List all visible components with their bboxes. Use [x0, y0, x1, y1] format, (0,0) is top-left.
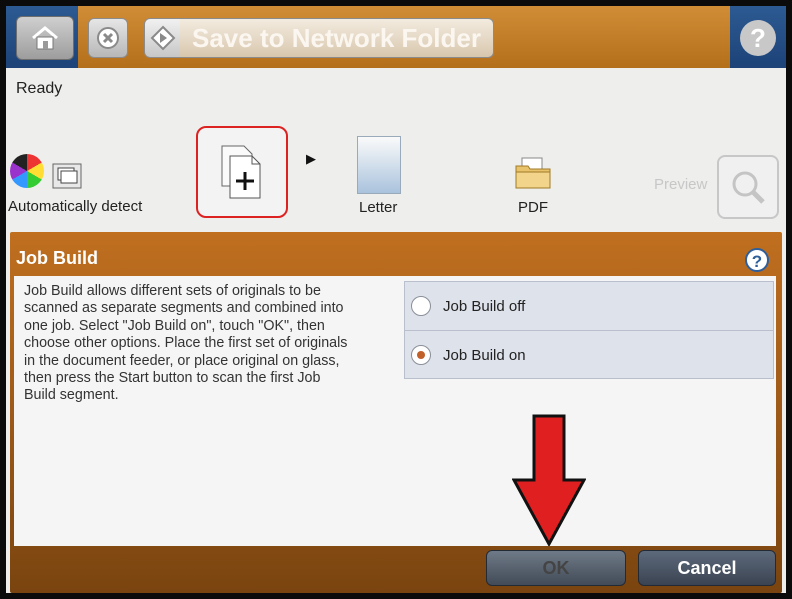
paper-size-label: Letter	[359, 199, 398, 216]
job-build-icon	[221, 145, 261, 199]
home-button[interactable]	[16, 16, 74, 60]
folder-icon[interactable]	[514, 156, 552, 190]
description-line: Job Build allows different sets of origi…	[24, 283, 321, 299]
dialog-title: Job Build	[16, 248, 98, 268]
radio-label: Job Build off	[443, 297, 526, 315]
status-text: Ready	[16, 80, 63, 97]
radio-label: Job Build on	[443, 346, 526, 364]
dialog-help-button[interactable]: ?	[745, 248, 769, 272]
stop-button[interactable]	[88, 18, 128, 58]
page-title: Save to Network Folder	[180, 18, 494, 58]
cancel-button[interactable]: Cancel	[638, 550, 776, 586]
red-annotation-arrow-icon	[512, 414, 586, 546]
preview-label: Preview	[654, 176, 708, 193]
dialog-description: Job Build allows different sets of origi…	[24, 283, 396, 405]
title-bar: Save to Network Folder	[78, 6, 730, 68]
description-line: one job. Select "Job Build on", touch "O…	[24, 317, 325, 334]
file-type-label: PDF	[518, 199, 548, 216]
description-line: Build segment.	[24, 387, 119, 404]
ok-button[interactable]: OK	[486, 550, 626, 586]
magnifier-icon	[732, 171, 765, 204]
arrow-right-icon: ▶	[306, 151, 316, 166]
stop-icon	[97, 27, 119, 49]
description-line: then press the Start button to scan the …	[24, 370, 321, 387]
home-icon	[32, 26, 58, 50]
description-line: choose other options. Place the first se…	[24, 335, 348, 352]
description-line: scanned as separate segments and combine…	[24, 300, 344, 317]
help-button[interactable]: ?	[740, 20, 776, 56]
dialog-body: Job Build allows different sets of origi…	[14, 276, 776, 546]
job-build-button[interactable]	[196, 126, 288, 218]
preview-button[interactable]	[717, 155, 779, 219]
color-mode-icon[interactable]	[52, 163, 82, 189]
job-build-dialog: Job Build ? Job Build allows different s…	[10, 232, 782, 593]
radio-button-off[interactable]	[411, 296, 431, 316]
start-diamond-icon	[150, 25, 176, 51]
paper-size-icon[interactable]	[357, 136, 401, 194]
job-build-options: Job Build off Job Build on	[404, 281, 774, 379]
printer-screen: Save to Network Folder ? Ready Automatic…	[6, 6, 786, 593]
description-line: in the document feeder, or place origina…	[24, 352, 340, 369]
color-wheel-icon	[10, 154, 44, 188]
top-bar: Save to Network Folder ?	[6, 6, 786, 68]
color-mode-label: Automatically detect	[8, 198, 143, 215]
start-button[interactable]	[144, 18, 182, 58]
job-build-on-option[interactable]: Job Build on	[405, 330, 773, 379]
radio-button-on[interactable]	[411, 345, 431, 365]
job-build-off-option[interactable]: Job Build off	[405, 282, 773, 330]
